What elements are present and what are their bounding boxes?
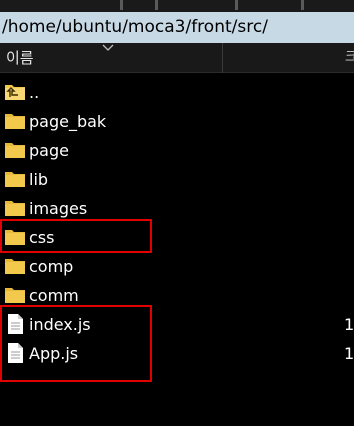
folder-icon — [5, 201, 25, 216]
list-item-label: App.js — [29, 344, 79, 363]
toolbar-separator — [120, 0, 123, 10]
list-item-label: page — [29, 141, 69, 160]
path-bar[interactable]: /home/ubuntu/moca3/front/src/ — [0, 12, 354, 43]
list-item-label: lib — [29, 170, 49, 189]
list-item-label: .. — [29, 83, 40, 102]
list-item[interactable]: page — [0, 136, 354, 165]
column-header-name[interactable]: 이름 — [6, 43, 34, 73]
column-header: 이름 크 — [0, 43, 354, 73]
list-item-label: css — [29, 228, 55, 247]
list-item-label: comm — [29, 286, 79, 305]
file-icon — [8, 343, 23, 363]
list-item[interactable]: App.js 1 — [0, 339, 354, 368]
folder-icon — [5, 230, 25, 245]
list-item[interactable]: css — [0, 223, 354, 252]
list-item[interactable]: index.js 1 — [0, 310, 354, 339]
list-item[interactable]: lib — [0, 165, 354, 194]
list-item[interactable]: images — [0, 194, 354, 223]
column-header-size[interactable]: 크 — [345, 43, 354, 73]
list-item-label: page_bak — [29, 112, 107, 131]
folder-icon — [5, 114, 25, 129]
list-item-label: images — [29, 199, 88, 218]
column-divider[interactable] — [222, 43, 223, 73]
folder-icon — [5, 143, 25, 158]
list-item-label: comp — [29, 257, 74, 276]
toolbar-separator — [301, 0, 304, 10]
list-item[interactable]: comm — [0, 281, 354, 310]
file-size: 1 — [344, 315, 354, 334]
list-item-label: index.js — [29, 315, 91, 334]
folder-icon — [5, 172, 25, 187]
list-item[interactable]: .. — [0, 78, 354, 107]
toolbar-separator — [235, 0, 238, 10]
sort-chevron-icon — [102, 44, 114, 51]
folder-icon — [5, 288, 25, 303]
toolbar-separator — [155, 0, 158, 10]
toolbar-strip — [0, 0, 354, 12]
folder-icon — [5, 259, 25, 274]
list-item[interactable]: page_bak — [0, 107, 354, 136]
folder-up-icon — [5, 85, 25, 100]
file-icon — [8, 314, 23, 334]
file-size: 1 — [344, 344, 354, 363]
list-item[interactable]: comp — [0, 252, 354, 281]
